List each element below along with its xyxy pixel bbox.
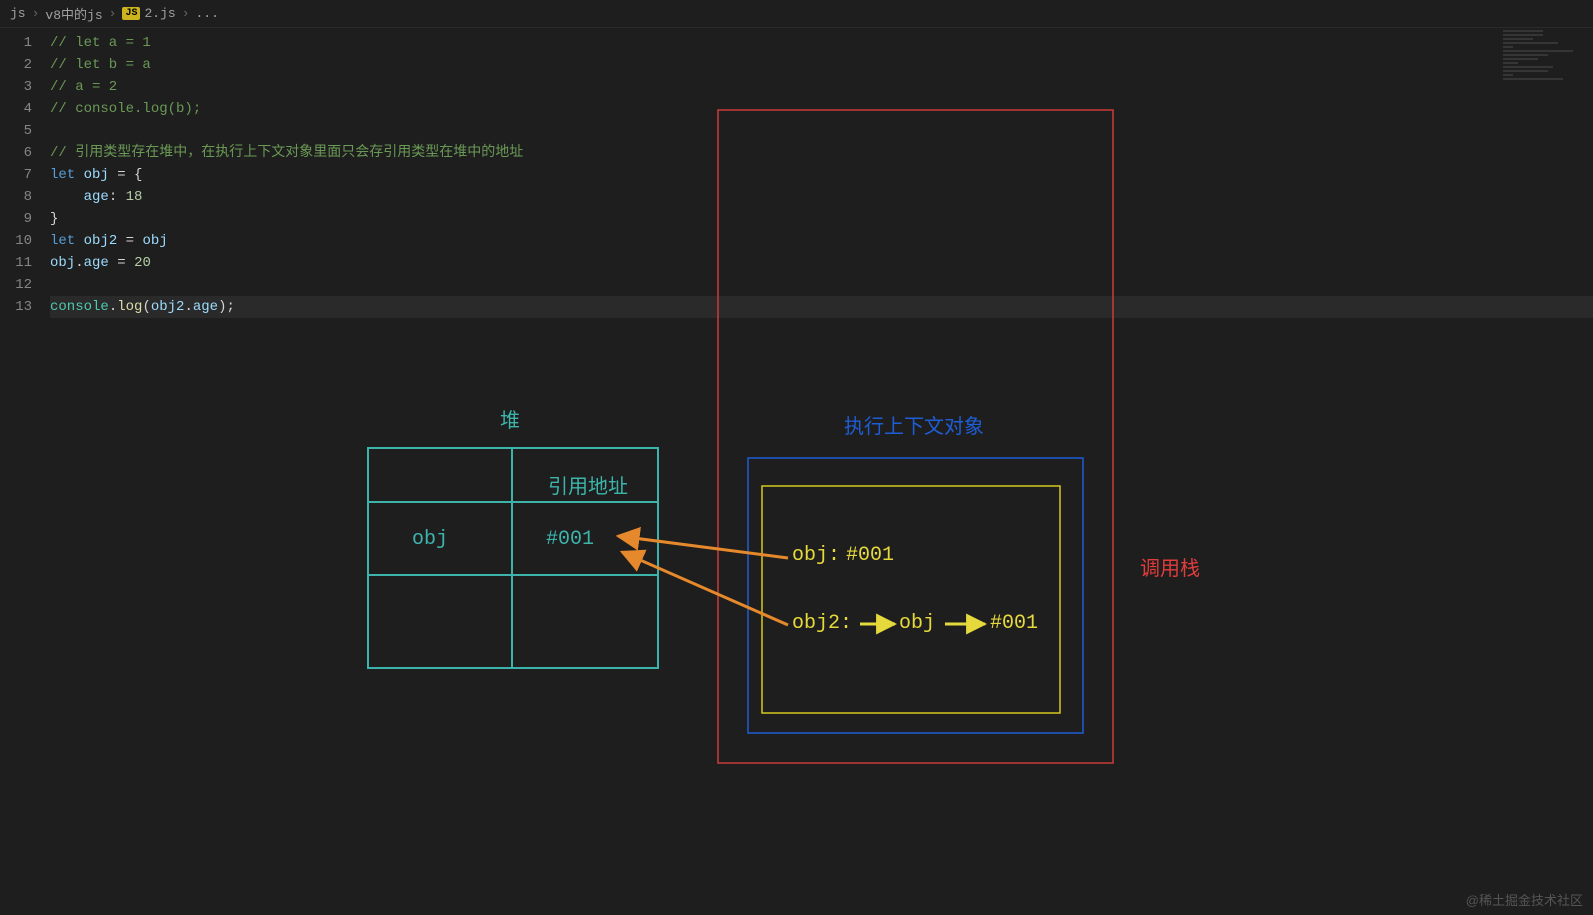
line-number: 4 bbox=[0, 98, 32, 120]
code-line[interactable]: obj.age = 20 bbox=[50, 252, 1593, 274]
line-number: 8 bbox=[0, 186, 32, 208]
line-number: 7 bbox=[0, 164, 32, 186]
code-content[interactable]: // let a = 1// let b = a// a = 2// conso… bbox=[50, 32, 1593, 318]
heap-label: 堆 bbox=[500, 404, 520, 433]
heap-obj-name: obj bbox=[412, 528, 448, 551]
minimap[interactable] bbox=[1503, 28, 1593, 88]
chevron-right-icon: › bbox=[182, 6, 190, 21]
line-number: 3 bbox=[0, 76, 32, 98]
code-line[interactable]: age: 18 bbox=[50, 186, 1593, 208]
breadcrumb: js › v8中的js › JS 2.js › ... bbox=[0, 0, 1593, 28]
breadcrumb-item[interactable]: js bbox=[10, 6, 26, 21]
line-number: 11 bbox=[0, 252, 32, 274]
ref-addr-header: 引用地址 bbox=[548, 470, 628, 500]
line-number: 1 bbox=[0, 32, 32, 54]
watermark: @稀土掘金技术社区 bbox=[1466, 890, 1583, 909]
code-line[interactable] bbox=[50, 120, 1593, 142]
ctx-obj2-val: #001 bbox=[990, 612, 1038, 635]
ctx-obj2-mid: obj bbox=[899, 612, 935, 635]
line-number: 2 bbox=[0, 54, 32, 76]
line-number: 6 bbox=[0, 142, 32, 164]
code-line[interactable]: let obj2 = obj bbox=[50, 230, 1593, 252]
chevron-right-icon: › bbox=[32, 6, 40, 21]
code-line[interactable]: // 引用类型存在堆中，在执行上下文对象里面只会存引用类型在堆中的地址 bbox=[50, 142, 1593, 164]
code-line[interactable]: // a = 2 bbox=[50, 76, 1593, 98]
code-line[interactable]: // let a = 1 bbox=[50, 32, 1593, 54]
code-line[interactable]: // console.log(b); bbox=[50, 98, 1593, 120]
line-number: 13 bbox=[0, 296, 32, 318]
callstack-label: 调用栈 bbox=[1140, 552, 1200, 581]
line-gutter: 12345678910111213 bbox=[0, 32, 50, 318]
line-number: 12 bbox=[0, 274, 32, 296]
code-editor[interactable]: 12345678910111213 // let a = 1// let b =… bbox=[0, 28, 1593, 318]
line-number: 5 bbox=[0, 120, 32, 142]
breadcrumb-item[interactable]: ... bbox=[196, 6, 219, 21]
code-line[interactable]: console.log(obj2.age); bbox=[50, 296, 1593, 318]
breadcrumb-item[interactable]: 2.js bbox=[144, 6, 175, 21]
heap-obj-addr: #001 bbox=[546, 528, 594, 551]
chevron-right-icon: › bbox=[109, 6, 117, 21]
ctx-obj2-key: obj2: bbox=[792, 612, 852, 635]
code-line[interactable] bbox=[50, 274, 1593, 296]
code-line[interactable]: let obj = { bbox=[50, 164, 1593, 186]
line-number: 10 bbox=[0, 230, 32, 252]
context-label: 执行上下文对象 bbox=[844, 410, 984, 439]
js-file-icon: JS bbox=[122, 7, 140, 20]
code-line[interactable]: // let b = a bbox=[50, 54, 1593, 76]
code-line[interactable]: } bbox=[50, 208, 1593, 230]
breadcrumb-item[interactable]: v8中的js bbox=[45, 4, 102, 23]
ctx-obj-val: #001 bbox=[846, 544, 894, 567]
ctx-obj-key: obj: bbox=[792, 544, 840, 567]
line-number: 9 bbox=[0, 208, 32, 230]
